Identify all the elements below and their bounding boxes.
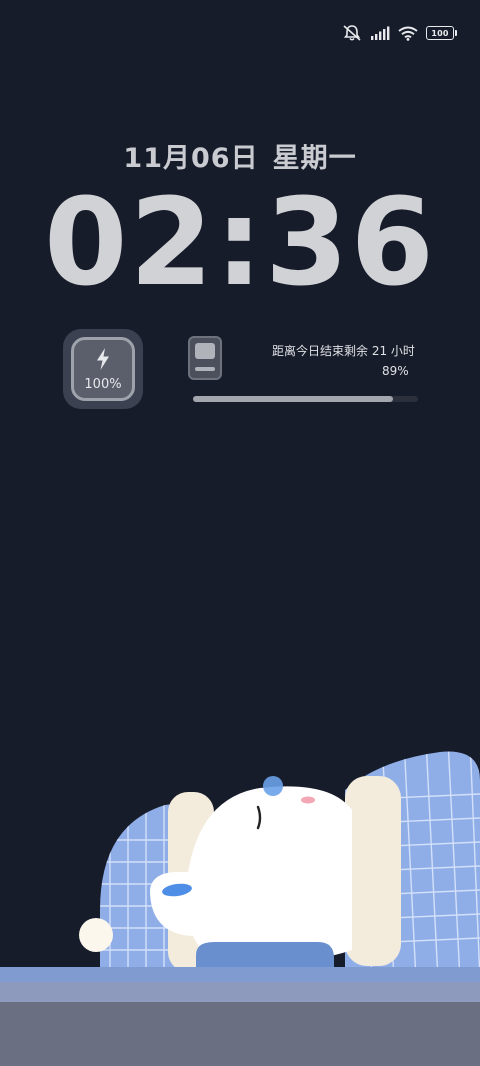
bear-bubble xyxy=(263,776,283,796)
date-text: 11月06日 xyxy=(123,143,259,174)
bear-paw-right xyxy=(345,776,401,966)
battery-level-text: 100 xyxy=(431,28,449,38)
lightning-bolt-icon xyxy=(94,347,112,375)
battery-icon: 100 xyxy=(426,26,457,40)
cellular-signal-icon xyxy=(370,26,390,40)
floor-band-mid xyxy=(0,982,480,1002)
nightcap-pompom xyxy=(79,918,113,952)
phone-icon xyxy=(188,336,222,380)
day-progress-percent: 89% xyxy=(382,364,409,378)
bell-muted-icon xyxy=(342,24,362,42)
day-progress-bar xyxy=(193,396,418,402)
sleeping-polar-bear-illustration xyxy=(0,751,480,1066)
day-remaining-label: 距离今日结束剩余 21 小时 xyxy=(272,344,415,358)
floor-base xyxy=(0,1002,480,1066)
clock-time[interactable]: 02:36 xyxy=(0,184,480,304)
weekday-text: 星期一 xyxy=(272,143,357,174)
charge-indicator: 100% xyxy=(71,337,135,401)
floor-band-top xyxy=(0,967,480,982)
wifi-icon xyxy=(398,26,418,41)
status-bar: 100 xyxy=(342,22,457,44)
date-line: 11月06日 星期一 xyxy=(0,136,480,175)
charge-widget[interactable]: 100% xyxy=(63,329,143,409)
bear-blush xyxy=(301,796,315,804)
day-progress-fill xyxy=(193,396,394,402)
charge-percent: 100% xyxy=(84,376,122,392)
